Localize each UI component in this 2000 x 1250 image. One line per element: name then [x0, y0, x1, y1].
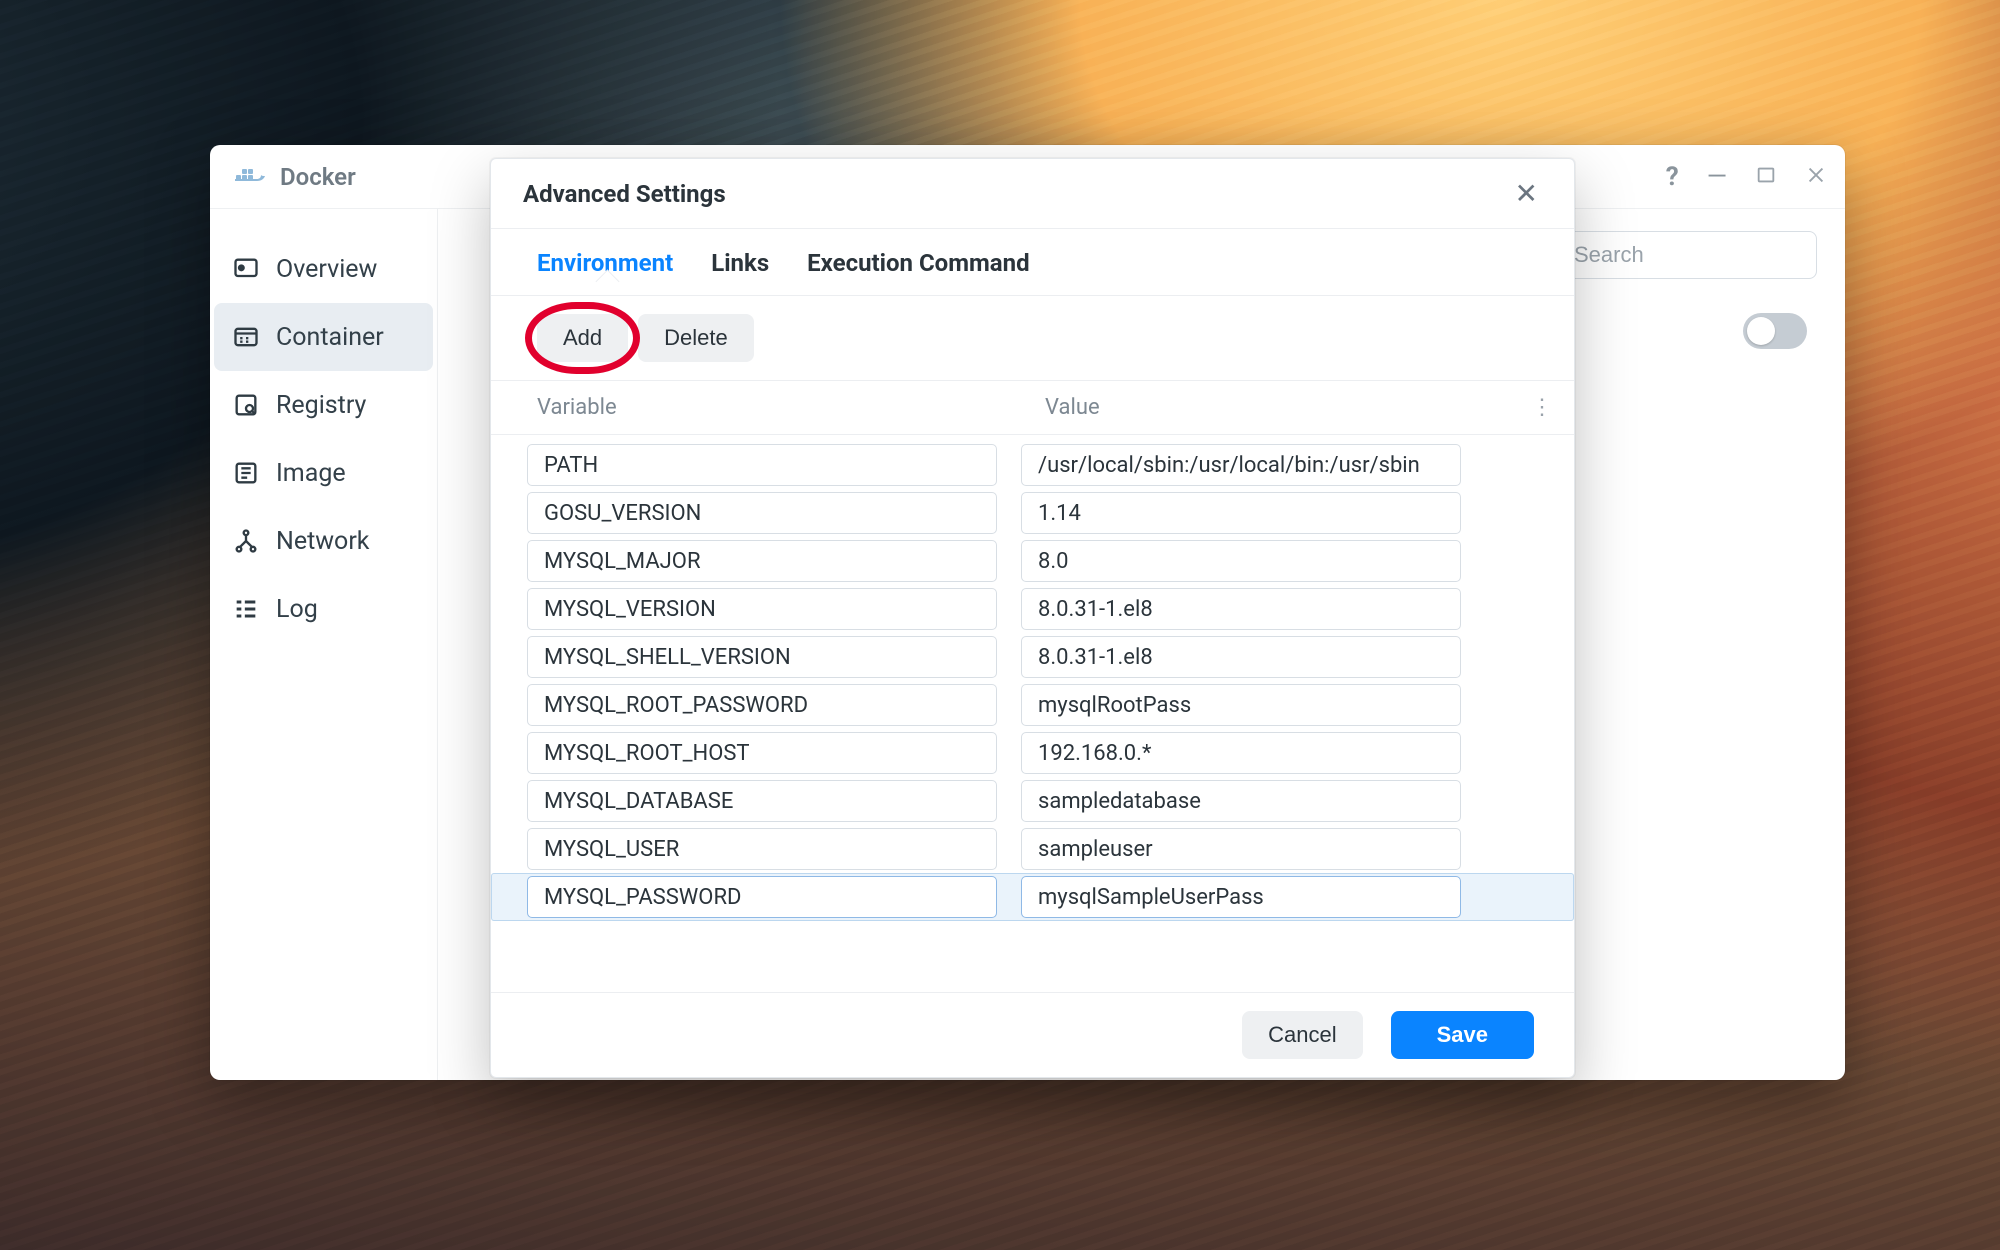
docker-logo-icon [234, 165, 266, 189]
env-value-cell[interactable]: 1.14 [1021, 492, 1461, 534]
close-window-icon[interactable] [1805, 164, 1827, 190]
sidebar-item-network[interactable]: Network [210, 507, 437, 575]
help-icon[interactable]: ? [1666, 164, 1679, 190]
network-icon [232, 527, 260, 555]
env-variable-cell[interactable]: MYSQL_ROOT_HOST [527, 732, 997, 774]
env-row[interactable]: MYSQL_ROOT_HOST 192.168.0.* [527, 729, 1554, 777]
container-toggle[interactable] [1743, 313, 1807, 349]
log-icon [232, 595, 260, 623]
env-toolbar: Add Delete [491, 296, 1574, 381]
env-table: Variable Value ⋮ PATH/usr/local/sbin:/us… [491, 381, 1574, 992]
tab-execution-command[interactable]: Execution Command [807, 249, 1029, 295]
sidebar-item-label: Registry [276, 391, 366, 420]
container-icon [232, 323, 260, 351]
add-button[interactable]: Add [537, 314, 628, 362]
save-button[interactable]: Save [1391, 1011, 1534, 1059]
env-variable-cell[interactable]: MYSQL_USER [527, 828, 997, 870]
env-variable-cell[interactable]: MYSQL_VERSION [527, 588, 997, 630]
search-input[interactable] [1557, 231, 1817, 279]
modal-tabs: Environment Links Execution Command [491, 229, 1574, 296]
env-value-cell[interactable]: sampleuser [1021, 828, 1461, 870]
env-value-cell[interactable]: mysqlRootPass [1021, 684, 1461, 726]
sidebar-item-image[interactable]: Image [210, 439, 437, 507]
env-value-cell[interactable]: /usr/local/sbin:/usr/local/bin:/usr/sbin [1021, 444, 1461, 486]
sidebar-item-label: Overview [276, 255, 377, 284]
tab-links[interactable]: Links [711, 249, 769, 295]
column-menu-icon[interactable]: ⋮ [1530, 395, 1554, 420]
column-header-value[interactable]: Value [1017, 395, 1530, 420]
env-value-cell[interactable]: sampledatabase [1021, 780, 1461, 822]
env-row[interactable]: MYSQL_ROOT_PASSWORD mysqlRootPass [527, 681, 1554, 729]
sidebar-item-registry[interactable]: Registry [210, 371, 437, 439]
sidebar-item-log[interactable]: Log [210, 575, 437, 643]
maximize-icon[interactable] [1755, 164, 1777, 190]
modal-title: Advanced Settings [523, 180, 1509, 208]
advanced-settings-modal: Advanced Settings ✕ Environment Links Ex… [490, 158, 1575, 1078]
env-value-cell[interactable]: 8.0 [1021, 540, 1461, 582]
env-variable-cell[interactable]: PATH [527, 444, 997, 486]
env-value-cell[interactable]: mysqlSampleUserPass [1021, 876, 1461, 918]
env-variable-cell[interactable]: MYSQL_PASSWORD [527, 876, 997, 918]
sidebar-item-container[interactable]: Container [214, 303, 433, 371]
sidebar-item-label: Container [276, 323, 384, 352]
sidebar-item-overview[interactable]: Overview [210, 235, 437, 303]
env-row[interactable]: MYSQL_USER sampleuser [527, 825, 1554, 873]
env-value-cell[interactable]: 8.0.31-1.el8 [1021, 588, 1461, 630]
window-title: Docker [280, 163, 356, 191]
tab-environment[interactable]: Environment [537, 249, 673, 295]
sidebar-item-label: Log [276, 595, 318, 624]
env-row[interactable]: MYSQL_VERSION 8.0.31-1.el8 [527, 585, 1554, 633]
env-variable-cell[interactable]: MYSQL_DATABASE [527, 780, 997, 822]
overview-icon [232, 255, 260, 283]
env-value-cell[interactable]: 192.168.0.* [1021, 732, 1461, 774]
env-row[interactable]: MYSQL_SHELL_VERSION 8.0.31-1.el8 [527, 633, 1554, 681]
env-row[interactable]: MYSQL_PASSWORD mysqlSampleUserPass [491, 873, 1574, 921]
sidebar-item-label: Image [276, 459, 346, 488]
env-row[interactable]: GOSU_VERSION 1.14 [527, 489, 1554, 537]
env-variable-cell[interactable]: MYSQL_ROOT_PASSWORD [527, 684, 997, 726]
env-value-cell[interactable]: 8.0.31-1.el8 [1021, 636, 1461, 678]
registry-icon [232, 391, 260, 419]
column-header-variable[interactable]: Variable [537, 395, 1017, 420]
close-icon[interactable]: ✕ [1509, 176, 1544, 212]
delete-button[interactable]: Delete [638, 314, 754, 362]
env-row[interactable]: MYSQL_MAJOR 8.0 [527, 537, 1554, 585]
env-variable-cell[interactable]: MYSQL_SHELL_VERSION [527, 636, 997, 678]
env-row[interactable]: MYSQL_DATABASE sampledatabase [527, 777, 1554, 825]
env-variable-cell[interactable]: MYSQL_MAJOR [527, 540, 997, 582]
image-icon [232, 459, 260, 487]
env-variable-cell[interactable]: GOSU_VERSION [527, 492, 997, 534]
sidebar: Overview Container Registry Image [210, 209, 438, 1080]
minimize-icon[interactable]: — [1707, 164, 1727, 190]
sidebar-item-label: Network [276, 527, 369, 556]
env-row[interactable]: PATH/usr/local/sbin:/usr/local/bin:/usr/… [527, 441, 1554, 489]
cancel-button[interactable]: Cancel [1242, 1011, 1362, 1059]
